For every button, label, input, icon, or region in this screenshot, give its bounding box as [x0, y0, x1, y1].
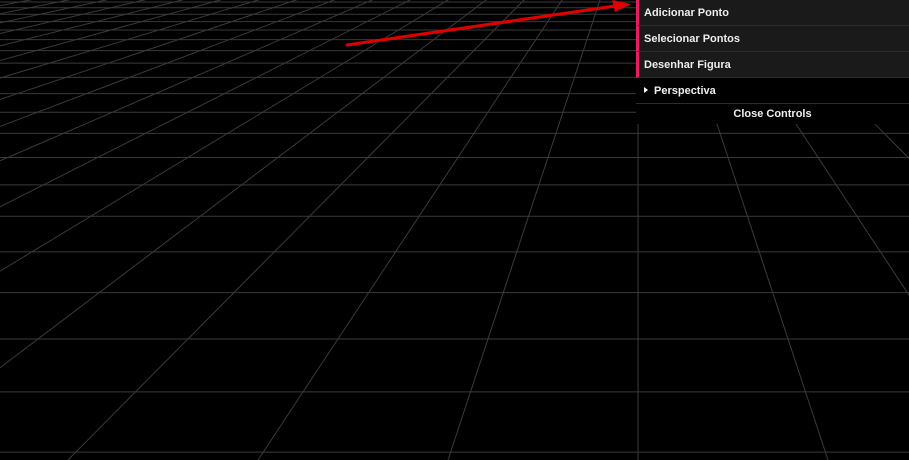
grid-line [0, 0, 638, 460]
perspective-folder-toggle[interactable]: Perspectiva [636, 78, 909, 104]
grid-line [0, 0, 638, 460]
grid-line [0, 0, 638, 460]
grid-line [0, 0, 638, 460]
annotation-arrow [345, 0, 631, 47]
grid-line [67, 0, 525, 460]
caret-right-icon [644, 87, 648, 94]
grid-line [0, 0, 33, 7]
add-point-button[interactable]: Adicionar Ponto [636, 0, 909, 26]
draw-figure-label: Desenhar Figura [644, 59, 731, 71]
grid-line [0, 0, 638, 460]
grid-line [0, 0, 638, 460]
grid-line [0, 0, 638, 460]
grid-line [447, 0, 601, 460]
close-controls-label: Close Controls [733, 108, 812, 120]
grid-line [0, 0, 638, 460]
grid-line [0, 0, 487, 369]
grid-line [0, 0, 222, 62]
close-controls-button[interactable]: Close Controls [636, 104, 909, 124]
grid-line [0, 0, 638, 460]
grid-line [0, 0, 109, 24]
grid-line [0, 0, 638, 460]
grid-line [0, 0, 638, 460]
grid-line [0, 0, 638, 460]
grid-line [0, 0, 638, 460]
grid-line [0, 0, 449, 272]
grid-line [0, 0, 638, 460]
grid-line [0, 0, 374, 162]
grid-line [0, 0, 71, 15]
grid-line [0, 0, 147, 35]
gui-controls-panel: Adicionar Ponto Selecionar Pontos Desenh… [636, 0, 909, 124]
grid-line [0, 0, 638, 460]
grid-line [0, 0, 638, 460]
grid-line [0, 0, 638, 460]
grid-line [0, 0, 298, 101]
grid-line [257, 0, 563, 460]
grid-line [0, 0, 638, 460]
grid-line [0, 0, 638, 460]
grid-line [0, 0, 185, 47]
grid-line [0, 0, 638, 460]
grid-line [0, 0, 260, 79]
grid-line [0, 0, 638, 460]
grid-line [0, 0, 638, 460]
perspective-folder-label: Perspectiva [654, 85, 716, 97]
grid-line [0, 0, 336, 127]
grid-line [0, 0, 412, 208]
add-point-label: Adicionar Ponto [644, 7, 729, 19]
select-points-label: Selecionar Pontos [644, 33, 740, 45]
select-points-button[interactable]: Selecionar Pontos [636, 26, 909, 52]
grid-line [0, 0, 638, 460]
draw-figure-button[interactable]: Desenhar Figura [636, 52, 909, 78]
grid-line [0, 0, 638, 460]
